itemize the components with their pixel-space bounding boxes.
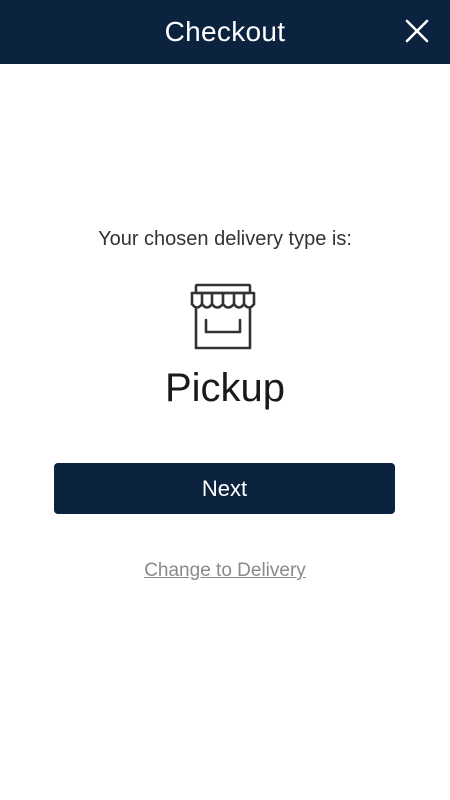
- close-icon: [405, 19, 429, 43]
- close-button[interactable]: [402, 16, 432, 46]
- page-title: Checkout: [164, 16, 286, 47]
- delivery-type-prompt: Your chosen delivery type is:: [98, 228, 352, 250]
- checkout-page: Checkout Your chosen delivery type is: P…: [0, 0, 450, 800]
- change-to-delivery-link[interactable]: Change to Delivery: [0, 560, 450, 582]
- header-bar: Checkout: [0, 0, 450, 64]
- storefront-icon: [190, 283, 256, 350]
- delivery-type-label: Pickup: [164, 366, 286, 410]
- next-button[interactable]: Next: [54, 463, 395, 514]
